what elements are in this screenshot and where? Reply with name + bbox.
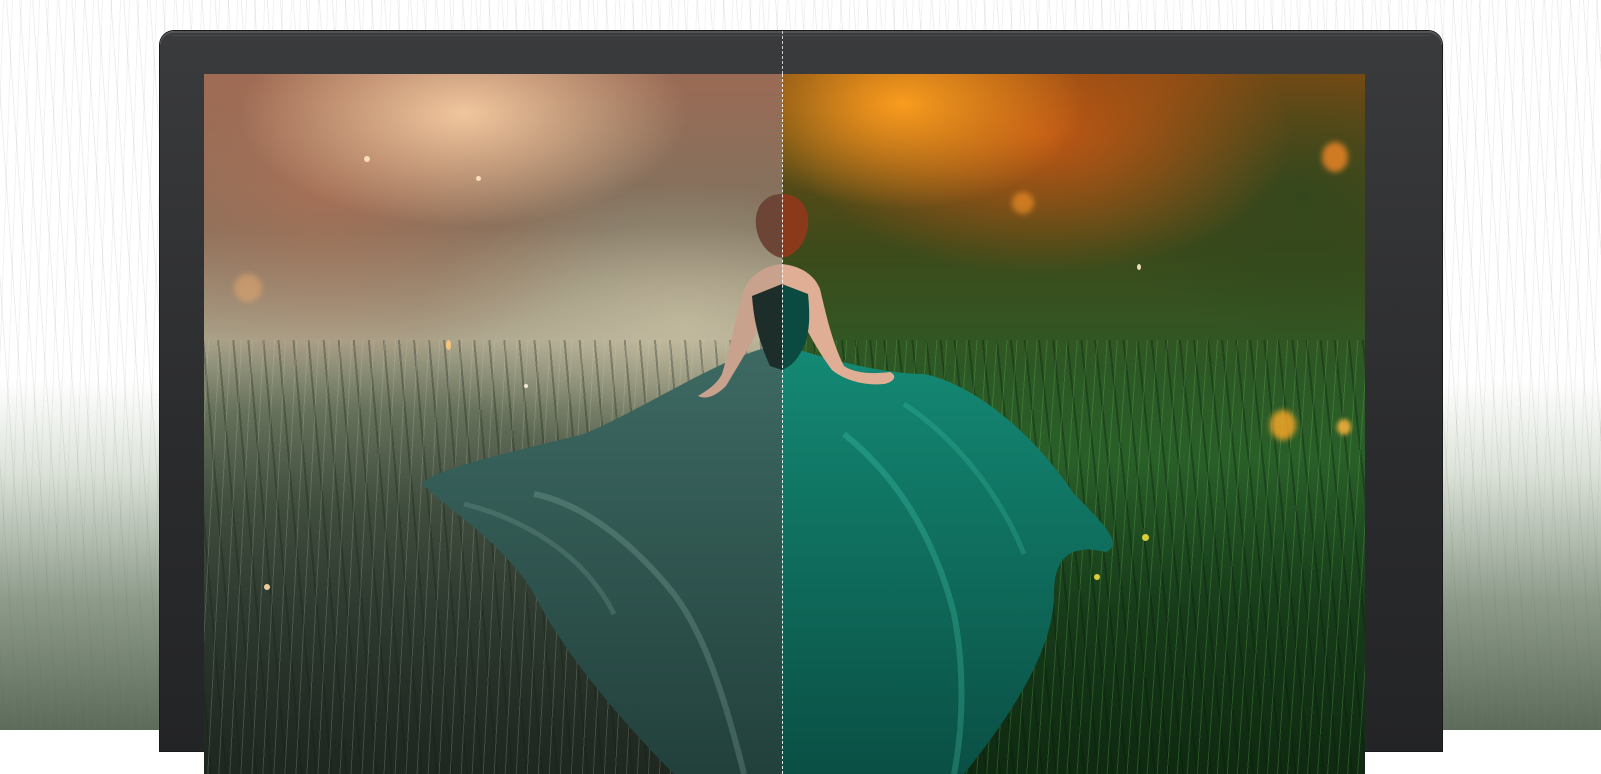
woman-in-gown — [422, 194, 1113, 774]
bezel-divider-line — [782, 31, 783, 74]
figure-left-half — [422, 194, 782, 774]
comparison-divider — [782, 74, 783, 774]
bezel-highlight — [172, 35, 1430, 36]
figure-right-half — [782, 194, 1113, 774]
monitor-screen — [204, 74, 1365, 774]
monitor-frame — [160, 31, 1442, 774]
